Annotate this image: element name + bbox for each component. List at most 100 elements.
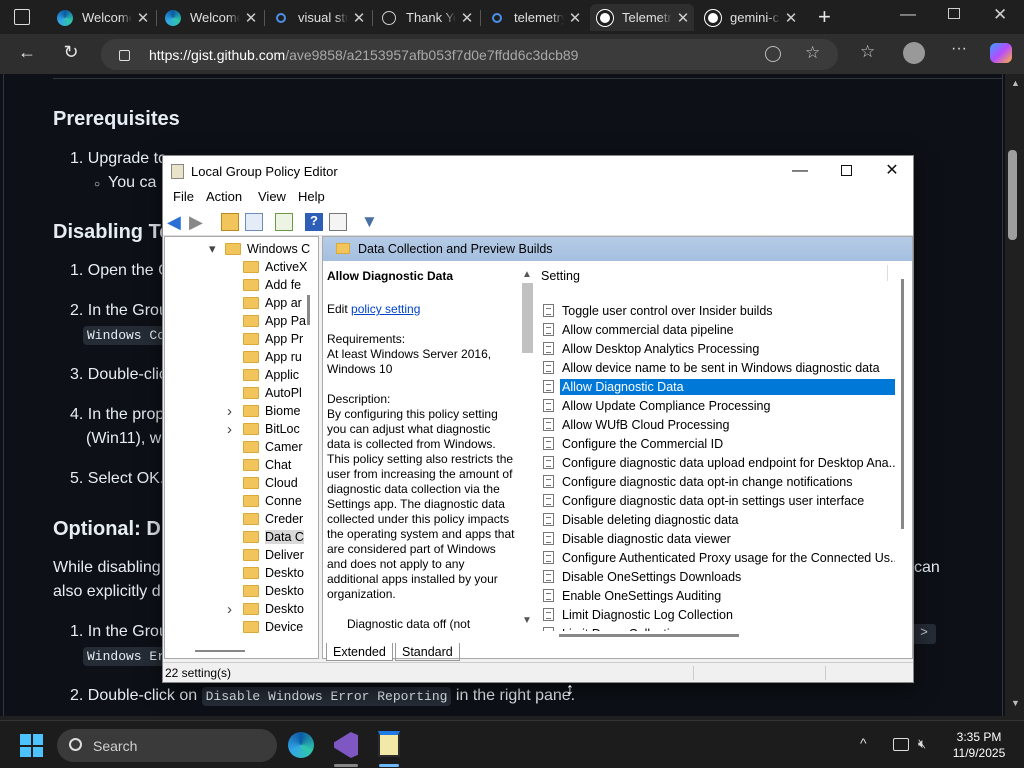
- visual-studio-taskbar-icon[interactable]: [334, 732, 358, 758]
- tree-item[interactable]: › Biome: [227, 402, 300, 420]
- start-button[interactable]: [20, 734, 43, 757]
- setting-row[interactable]: Disable deleting diagnostic data: [543, 510, 895, 529]
- settings-scroll-thumb[interactable]: [901, 279, 904, 529]
- tab-actions-icon[interactable]: [14, 9, 30, 25]
- read-aloud-icon[interactable]: [765, 46, 781, 62]
- menu-file[interactable]: File: [173, 189, 194, 204]
- description-scroll-thumb[interactable]: [522, 283, 533, 353]
- tree-item[interactable]: ActiveX: [243, 258, 307, 276]
- tree-item[interactable]: Deskto: [243, 582, 304, 600]
- tree-horizontal-scrollbar[interactable]: [195, 650, 245, 652]
- menu-view[interactable]: View: [258, 189, 286, 204]
- scroll-up-arrow-icon[interactable]: ▲: [522, 269, 532, 280]
- tree-item[interactable]: Creder: [243, 510, 303, 528]
- browser-tab[interactable]: gemini-cli ✕: [698, 4, 802, 31]
- tree-item[interactable]: Cloud: [243, 474, 298, 492]
- close-tab-icon[interactable]: ✕: [348, 9, 370, 27]
- description-scrollbar[interactable]: ▲ ▼: [519, 269, 537, 629]
- show-hidden-icons-chevron-icon[interactable]: ^: [860, 735, 867, 751]
- refresh-button[interactable]: ↻: [56, 42, 86, 63]
- lock-icon[interactable]: [119, 50, 130, 61]
- help-icon[interactable]: ?: [305, 213, 323, 231]
- up-folder-icon[interactable]: [221, 213, 239, 231]
- network-icon[interactable]: [893, 738, 909, 751]
- expand-chevron-icon[interactable]: ›: [227, 421, 232, 438]
- url-field[interactable]: https://gist.github.com/ave9858/a2153957…: [101, 39, 838, 70]
- tab-extended[interactable]: Extended: [326, 643, 393, 661]
- tree-item[interactable]: Add fe: [243, 276, 301, 294]
- expand-chevron-icon[interactable]: ›: [227, 403, 232, 420]
- horizontal-scroll-thumb[interactable]: [559, 634, 739, 637]
- forward-arrow-icon[interactable]: ▶: [189, 213, 207, 231]
- gpe-minimize-button[interactable]: —: [777, 156, 823, 186]
- tree-item[interactable]: App Pa: [243, 312, 306, 330]
- close-tab-icon[interactable]: ✕: [132, 9, 154, 27]
- scroll-down-arrow-icon[interactable]: ▼: [522, 615, 532, 626]
- setting-row[interactable]: Configure Authenticated Proxy usage for …: [543, 548, 895, 567]
- tree-item[interactable]: App ar: [243, 294, 302, 312]
- new-tab-button[interactable]: +: [818, 4, 831, 30]
- favorites-icon[interactable]: ☆: [860, 42, 875, 62]
- page-scrollbar-thumb[interactable]: [1008, 150, 1017, 240]
- close-tab-icon[interactable]: ✕: [564, 9, 586, 27]
- tree-scrollbar-thumb[interactable]: [307, 295, 310, 325]
- setting-row[interactable]: Allow device name to be sent in Windows …: [543, 358, 895, 377]
- restore-button[interactable]: [948, 8, 960, 19]
- expand-chevron-icon[interactable]: ›: [227, 601, 232, 618]
- tree-item[interactable]: ▾ Windows C: [209, 240, 310, 258]
- more-options-icon[interactable]: ···: [951, 40, 967, 58]
- setting-row[interactable]: Limit Diagnostic Log Collection: [543, 605, 895, 624]
- show-hide-tree-icon[interactable]: [245, 213, 263, 231]
- profile-avatar[interactable]: [903, 42, 925, 64]
- setting-row[interactable]: Toggle user control over Insider builds: [543, 301, 895, 320]
- close-tab-icon[interactable]: ✕: [780, 9, 802, 27]
- browser-tab[interactable]: Welcome ✕: [50, 4, 154, 31]
- setting-row[interactable]: Disable diagnostic data viewer: [543, 529, 895, 548]
- back-button[interactable]: ←: [12, 42, 42, 63]
- volume-muted-icon[interactable]: 🔇︎: [918, 736, 926, 752]
- copilot-icon[interactable]: [990, 43, 1012, 63]
- close-window-button[interactable]: ✕: [993, 5, 1007, 25]
- gpe-maximize-button[interactable]: [823, 156, 869, 186]
- gpe-title-bar[interactable]: Local Group Policy Editor — ✕: [163, 156, 913, 186]
- close-tab-icon[interactable]: ✕: [456, 9, 478, 27]
- tree-item[interactable]: Camer: [243, 438, 303, 456]
- setting-row[interactable]: Configure diagnostic data opt-in change …: [543, 472, 895, 491]
- setting-row[interactable]: Limit Dump Collection: [543, 624, 895, 631]
- setting-row[interactable]: Enable OneSettings Auditing: [543, 586, 895, 605]
- setting-row[interactable]: Configure diagnostic data upload endpoin…: [543, 453, 895, 472]
- back-arrow-icon[interactable]: ◀: [167, 213, 185, 231]
- tree-item[interactable]: App ru: [243, 348, 302, 366]
- setting-row[interactable]: Disable OneSettings Downloads: [543, 567, 895, 586]
- notepad-taskbar-icon[interactable]: [378, 731, 400, 757]
- menu-action[interactable]: Action: [206, 189, 242, 204]
- tab-standard[interactable]: Standard: [395, 643, 460, 661]
- edit-policy-setting-link[interactable]: policy setting: [351, 302, 420, 316]
- browser-tab[interactable]: Telemetry✕: [590, 4, 694, 31]
- minimize-button[interactable]: —: [900, 6, 916, 24]
- edge-taskbar-icon[interactable]: [288, 732, 314, 758]
- setting-row[interactable]: Allow Update Compliance Processing: [543, 396, 895, 415]
- setting-row[interactable]: Allow WUfB Cloud Processing: [543, 415, 895, 434]
- close-tab-icon[interactable]: ✕: [672, 9, 694, 27]
- menu-help[interactable]: Help: [298, 189, 325, 204]
- settings-scrollbar[interactable]: [901, 261, 912, 621]
- tree-item[interactable]: › Deskto: [227, 600, 304, 618]
- filter-icon[interactable]: ▼: [361, 213, 379, 231]
- favorite-star-icon[interactable]: ☆: [805, 43, 820, 63]
- close-tab-icon[interactable]: ✕: [240, 9, 262, 27]
- tree-item[interactable]: › BitLoc: [227, 420, 300, 438]
- collapse-chevron-icon[interactable]: ▾: [209, 241, 216, 257]
- browser-tab[interactable]: telemetry ✕: [482, 4, 586, 31]
- scroll-up-arrow-icon[interactable]: ▲: [1011, 78, 1020, 88]
- tree-item[interactable]: Applic: [243, 366, 299, 384]
- browser-tab[interactable]: Welcome ✕: [158, 4, 262, 31]
- column-divider[interactable]: [887, 265, 888, 281]
- scroll-down-arrow-icon[interactable]: ▼: [1011, 698, 1020, 708]
- setting-row[interactable]: Allow Diagnostic Data: [543, 377, 895, 396]
- tree-item[interactable]: Deliver: [243, 546, 304, 564]
- browser-tab[interactable]: visual studio✕: [266, 4, 370, 31]
- tree-item[interactable]: Chat: [243, 456, 291, 474]
- browser-tab[interactable]: Thank You✕: [374, 4, 478, 31]
- setting-row[interactable]: Configure the Commercial ID: [543, 434, 895, 453]
